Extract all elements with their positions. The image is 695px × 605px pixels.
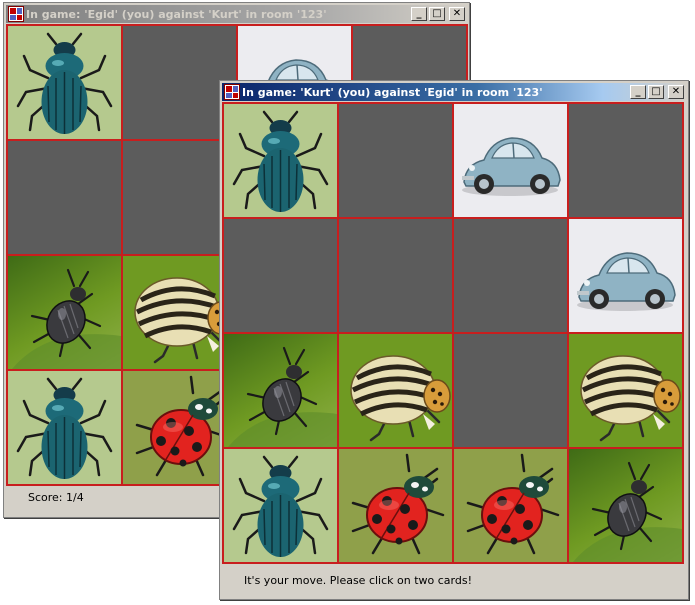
stag-beetle-icon (228, 346, 337, 447)
titlebar[interactable]: In game: 'Egid' (you) against 'Kurt' in … (6, 5, 467, 23)
memory-game-icon[interactable] (224, 84, 240, 100)
card-back[interactable] (223, 218, 338, 333)
card-car[interactable] (453, 103, 568, 218)
card-beetle[interactable] (223, 103, 338, 218)
card-back[interactable] (568, 103, 683, 218)
scarab-beetle-icon (232, 455, 329, 557)
card-beetle[interactable] (7, 370, 122, 485)
vw-beetle-car-icon (462, 137, 561, 196)
maximize-button[interactable]: □ (648, 85, 664, 99)
card-stag[interactable] (223, 333, 338, 448)
potato-beetle-icon (350, 355, 451, 442)
card-back[interactable] (338, 103, 453, 218)
card-potato[interactable] (338, 333, 453, 448)
minimize-button[interactable]: _ (411, 7, 427, 21)
close-button[interactable]: ✕ (668, 85, 684, 99)
potato-beetle-icon (580, 355, 681, 442)
stag-beetle-icon (573, 461, 682, 562)
scarab-beetle-icon (232, 110, 329, 212)
card-stag[interactable] (7, 255, 122, 370)
scarab-beetle-icon (16, 377, 113, 479)
window-title: In game: 'Egid' (you) against 'Kurt' in … (26, 7, 327, 21)
card-back[interactable] (453, 218, 568, 333)
card-stag[interactable] (568, 448, 683, 563)
status-text: It's your move. Please click on two card… (244, 574, 472, 587)
close-button[interactable]: ✕ (449, 7, 465, 21)
memory-game-icon[interactable] (8, 6, 24, 22)
stag-beetle-icon (12, 268, 121, 369)
scarab-beetle-icon (16, 32, 113, 134)
titlebar[interactable]: In game: 'Kurt' (you) against 'Egid' in … (222, 83, 686, 101)
card-car[interactable] (568, 218, 683, 333)
vw-beetle-car-icon (577, 252, 676, 311)
minimize-button[interactable]: _ (630, 85, 646, 99)
window-title: In game: 'Kurt' (you) against 'Egid' in … (242, 85, 543, 99)
card-back[interactable] (7, 140, 122, 255)
card-back[interactable] (338, 218, 453, 333)
card-board (222, 102, 684, 564)
ladybug-icon (351, 453, 445, 555)
card-back[interactable] (453, 333, 568, 448)
card-ladybug[interactable] (338, 448, 453, 563)
card-beetle[interactable] (223, 448, 338, 563)
card-potato[interactable] (568, 333, 683, 448)
card-ladybug[interactable] (453, 448, 568, 563)
card-beetle[interactable] (7, 25, 122, 140)
ladybug-icon (466, 453, 560, 555)
maximize-button[interactable]: □ (429, 7, 445, 21)
game-window-kurt: In game: 'Kurt' (you) against 'Egid' in … (219, 80, 689, 600)
